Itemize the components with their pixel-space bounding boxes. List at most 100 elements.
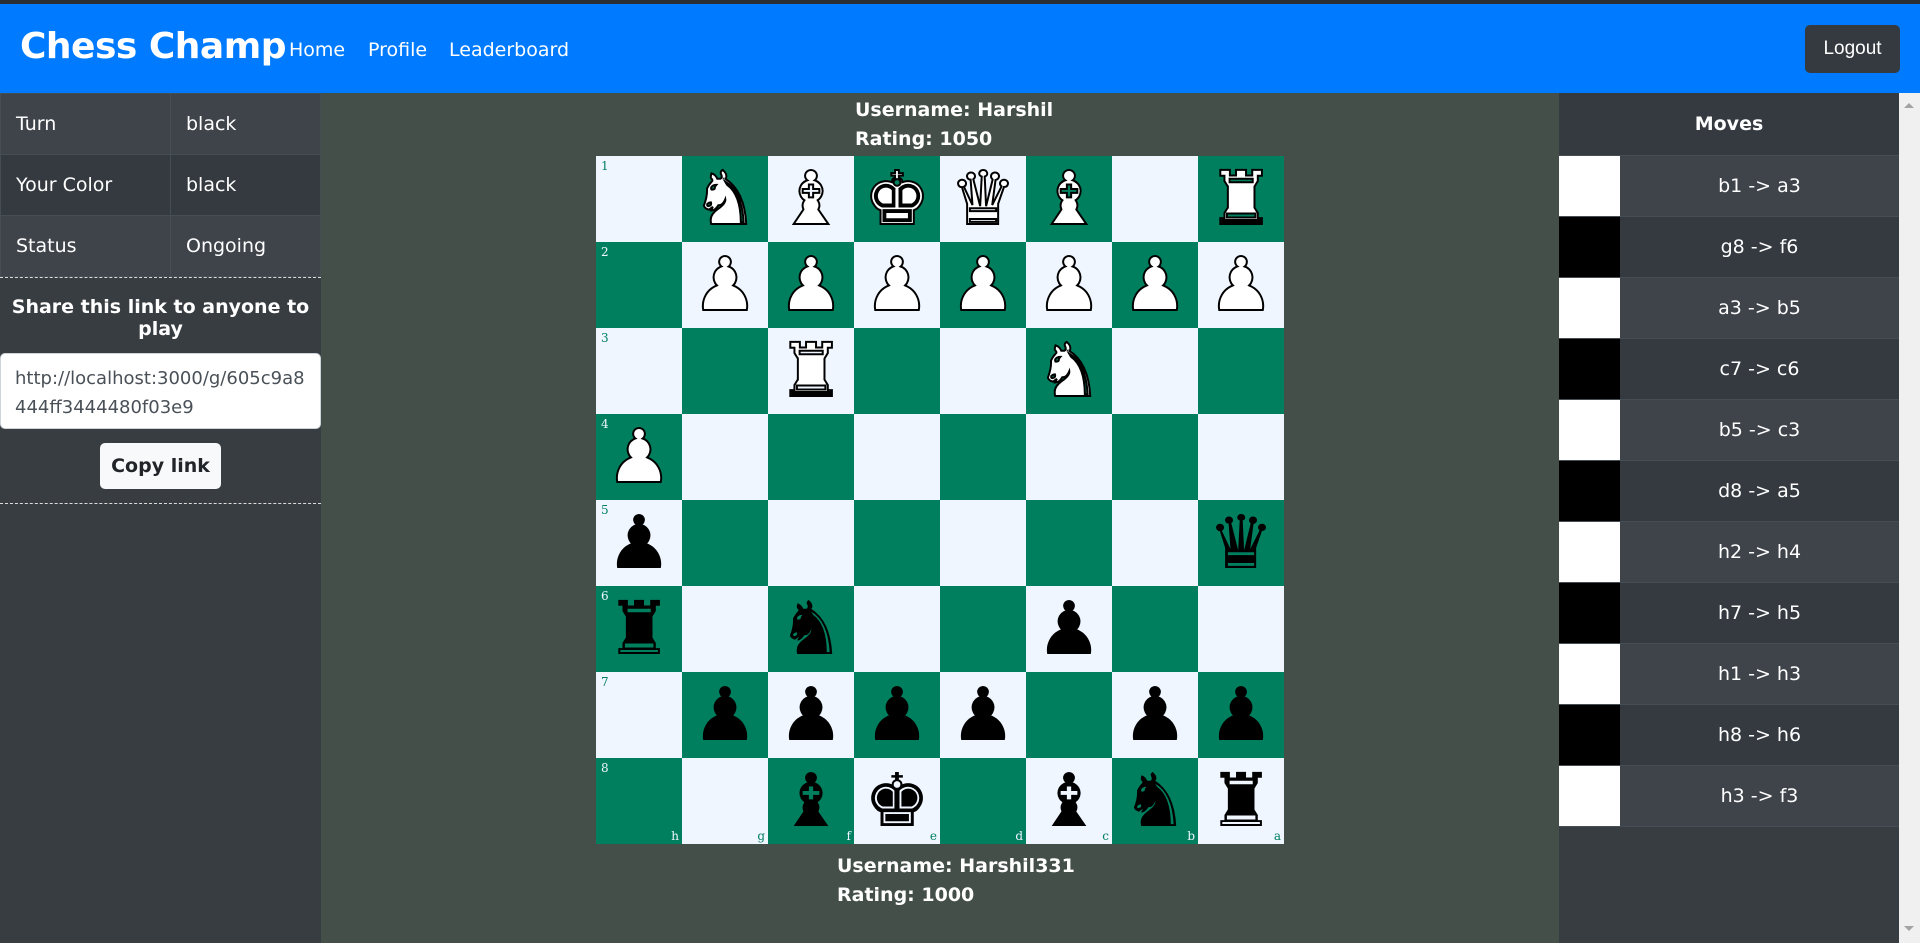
board-square[interactable]: ♟ — [854, 242, 940, 328]
white-pawn-icon[interactable]: ♟ — [691, 247, 759, 323]
board-square[interactable] — [940, 328, 1026, 414]
board-square[interactable]: ♟ — [1112, 672, 1198, 758]
white-pawn-icon[interactable]: ♟ — [949, 247, 1017, 323]
board-square[interactable]: ♟ — [940, 672, 1026, 758]
white-pawn-icon[interactable]: ♟ — [1207, 247, 1275, 323]
white-pawn-icon[interactable]: ♟ — [1121, 247, 1189, 323]
black-king-icon[interactable]: ♚ — [864, 764, 930, 838]
black-bishop-icon[interactable]: ♝ — [778, 764, 844, 838]
black-pawn-icon[interactable]: ♟ — [864, 678, 930, 752]
board-square[interactable]: ♟ — [1198, 672, 1284, 758]
board-square[interactable] — [1112, 328, 1198, 414]
board-square[interactable] — [854, 586, 940, 672]
white-pawn-icon[interactable]: ♟ — [777, 247, 845, 323]
board-square[interactable]: ♞ — [768, 586, 854, 672]
black-pawn-icon[interactable]: ♟ — [950, 678, 1016, 752]
board-square[interactable] — [1112, 156, 1198, 242]
white-pawn-icon[interactable]: ♟ — [605, 419, 673, 495]
board-square[interactable]: ♟ — [768, 242, 854, 328]
brand-logo[interactable]: Chess Champ — [20, 26, 286, 67]
board-square[interactable]: 8h — [596, 758, 682, 844]
board-square[interactable] — [940, 414, 1026, 500]
board-square[interactable] — [682, 328, 768, 414]
board-square[interactable]: e ♚ — [854, 758, 940, 844]
black-knight-icon[interactable]: ♞ — [778, 592, 844, 666]
nav-profile[interactable]: Profile — [368, 39, 427, 61]
board-square[interactable]: ♟ — [940, 242, 1026, 328]
share-link-field[interactable]: http://localhost:3000/g/605c9a8444ff3444… — [0, 353, 321, 429]
white-king-icon[interactable]: ♚ — [863, 161, 931, 237]
white-knight-icon[interactable]: ♞ — [1035, 333, 1103, 409]
scroll-down-arrow-icon[interactable] — [1904, 926, 1914, 931]
board-square[interactable]: ♚ — [854, 156, 940, 242]
black-pawn-icon[interactable]: ♟ — [1122, 678, 1188, 752]
black-pawn-icon[interactable]: ♟ — [606, 506, 672, 580]
white-bishop-icon[interactable]: ♝ — [1035, 161, 1103, 237]
board-square[interactable] — [1198, 414, 1284, 500]
black-knight-icon[interactable]: ♞ — [1122, 764, 1188, 838]
board-square[interactable]: ♜ — [1198, 156, 1284, 242]
nav-home[interactable]: Home — [289, 39, 345, 61]
black-bishop-icon[interactable]: ♝ — [1036, 764, 1102, 838]
black-pawn-icon[interactable]: ♟ — [778, 678, 844, 752]
board-square[interactable] — [682, 414, 768, 500]
logout-button[interactable]: Logout — [1805, 25, 1900, 73]
board-square[interactable]: ♟ — [682, 672, 768, 758]
white-pawn-icon[interactable]: ♟ — [1035, 247, 1103, 323]
board-square[interactable]: ♝ — [1026, 156, 1112, 242]
white-rook-icon[interactable]: ♜ — [777, 333, 845, 409]
board-square[interactable]: 1 — [596, 156, 682, 242]
white-pawn-icon[interactable]: ♟ — [863, 247, 931, 323]
board-square[interactable]: ♟ — [768, 672, 854, 758]
board-square[interactable]: ♟ — [1026, 586, 1112, 672]
board-square[interactable]: g — [682, 758, 768, 844]
board-square[interactable]: c ♝ — [1026, 758, 1112, 844]
board-square[interactable] — [768, 414, 854, 500]
board-square[interactable] — [682, 500, 768, 586]
board-square[interactable]: 2 — [596, 242, 682, 328]
board-square[interactable] — [940, 586, 1026, 672]
board-square[interactable]: ♛ — [940, 156, 1026, 242]
board-square[interactable] — [768, 500, 854, 586]
board-square[interactable]: a ♜ — [1198, 758, 1284, 844]
page-scrollbar[interactable] — [1899, 93, 1920, 943]
black-rook-icon[interactable]: ♜ — [606, 592, 672, 666]
board-square[interactable]: ♟ — [1026, 242, 1112, 328]
white-rook-icon[interactable]: ♜ — [1207, 161, 1275, 237]
white-queen-icon[interactable]: ♛ — [949, 161, 1017, 237]
board-square[interactable]: f ♝ — [768, 758, 854, 844]
chess-board[interactable]: 1 ♞ ♝ ♚ ♛ ♝ ♜ 2 ♟ ♟ ♟ ♟ ♟ ♟ ♟ 3 ♜ ♞ 4 ♟ 5 ♟ ♛ 6 ♜ ♞ ♟ 7 ♟ ♟ ♟ ♟ ♟ ♟ 8 h g f ♝ e… — [596, 156, 1284, 844]
board-square[interactable]: b ♞ — [1112, 758, 1198, 844]
black-pawn-icon[interactable]: ♟ — [1208, 678, 1274, 752]
board-square[interactable]: ♟ — [854, 672, 940, 758]
board-square[interactable]: ♟ — [1198, 242, 1284, 328]
board-square[interactable]: 5 ♟ — [596, 500, 682, 586]
board-square[interactable]: ♝ — [768, 156, 854, 242]
board-square[interactable]: ♞ — [1026, 328, 1112, 414]
board-square[interactable]: 4 ♟ — [596, 414, 682, 500]
board-square[interactable] — [1112, 586, 1198, 672]
copy-link-button[interactable]: Copy link — [100, 443, 221, 489]
board-square[interactable] — [1198, 586, 1284, 672]
board-square[interactable] — [1026, 500, 1112, 586]
board-square[interactable]: 7 — [596, 672, 682, 758]
black-pawn-icon[interactable]: ♟ — [692, 678, 758, 752]
board-square[interactable] — [1112, 500, 1198, 586]
scroll-up-arrow-icon[interactable] — [1904, 103, 1914, 108]
board-square[interactable]: ♟ — [682, 242, 768, 328]
board-square[interactable] — [1026, 414, 1112, 500]
black-queen-icon[interactable]: ♛ — [1208, 506, 1274, 580]
board-square[interactable]: ♜ — [768, 328, 854, 414]
board-square[interactable] — [682, 586, 768, 672]
board-square[interactable]: ♟ — [1112, 242, 1198, 328]
board-square[interactable]: ♞ — [682, 156, 768, 242]
board-square[interactable]: 6 ♜ — [596, 586, 682, 672]
black-pawn-icon[interactable]: ♟ — [1036, 592, 1102, 666]
board-square[interactable] — [854, 500, 940, 586]
board-square[interactable]: d — [940, 758, 1026, 844]
board-square[interactable] — [854, 328, 940, 414]
board-square[interactable] — [940, 500, 1026, 586]
white-knight-icon[interactable]: ♞ — [691, 161, 759, 237]
board-square[interactable] — [1198, 328, 1284, 414]
board-square[interactable] — [854, 414, 940, 500]
